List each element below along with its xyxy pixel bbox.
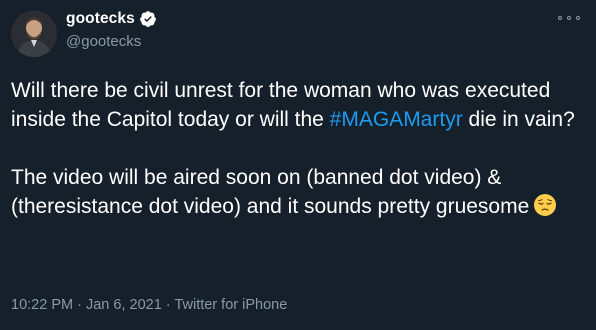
- meta-separator: ·: [77, 297, 82, 313]
- tweet-text: Will there be civil unrest for the woman…: [11, 76, 581, 221]
- more-options-icon[interactable]: [558, 10, 580, 26]
- avatar[interactable]: [11, 11, 57, 57]
- tweet-time[interactable]: 10:22 PM: [11, 297, 73, 313]
- verified-badge-icon: [139, 10, 157, 28]
- tweet-meta: 10:22 PM · Jan 6, 2021 · Twitter for iPh…: [11, 297, 287, 313]
- tweet-source[interactable]: Twitter for iPhone: [174, 297, 287, 313]
- tweet: gootecks @gootecks Will there be civil u…: [0, 0, 596, 330]
- handle[interactable]: @gootecks: [66, 33, 141, 50]
- text-part: die in vain?: [462, 108, 575, 131]
- text-part: The video will be aired soon on (banned …: [11, 166, 530, 218]
- tweet-date[interactable]: Jan 6, 2021: [86, 297, 162, 313]
- pensive-face-emoji: [533, 193, 557, 217]
- name-row: gootecks: [66, 10, 157, 28]
- meta-separator: ·: [165, 297, 171, 313]
- hashtag-link[interactable]: #MAGAMartyr: [330, 108, 463, 131]
- display-name[interactable]: gootecks: [66, 10, 135, 28]
- paragraph-2: The video will be aired soon on (banned …: [11, 163, 581, 221]
- paragraph-1: Will there be civil unrest for the woman…: [11, 76, 581, 134]
